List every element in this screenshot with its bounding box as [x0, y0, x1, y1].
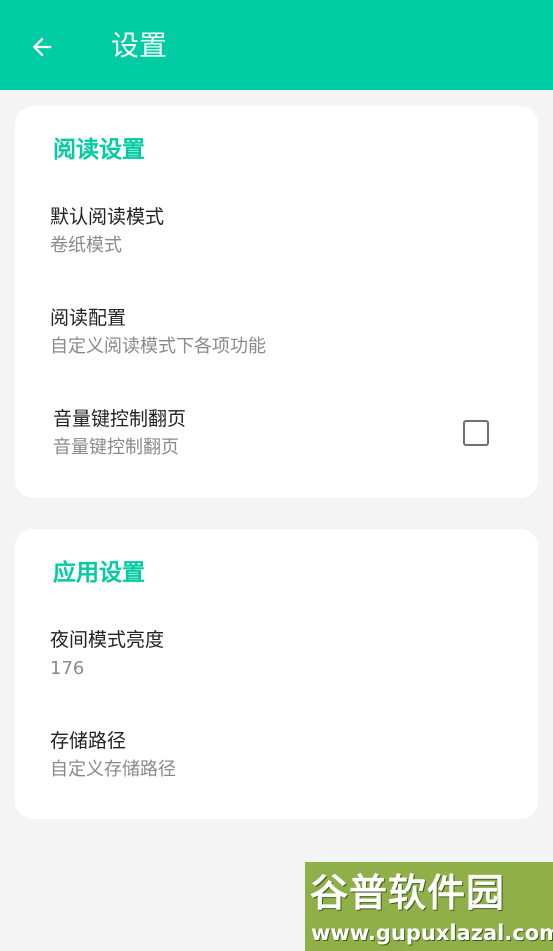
watermark-url: www.gupuxlazal.com	[311, 921, 553, 945]
watermark-title: 谷普软件园	[310, 871, 506, 915]
reading-config-item[interactable]: 阅读配置 自定义阅读模式下各项功能	[15, 305, 538, 367]
arrow-left-icon	[32, 37, 52, 57]
reading-settings-header: 阅读设置	[53, 137, 145, 163]
pref-title: 阅读配置	[50, 307, 127, 329]
volume-key-page-turn-item[interactable]: 音量键控制翻页 音量键控制翻页	[15, 406, 538, 468]
app-settings-header: 应用设置	[53, 560, 145, 586]
night-mode-brightness-item[interactable]: 夜间模式亮度 176	[15, 627, 538, 689]
default-reading-mode-item[interactable]: 默认阅读模式 卷纸模式	[15, 204, 538, 266]
volume-key-checkbox[interactable]	[463, 420, 489, 446]
page-title: 设置	[111, 29, 168, 62]
pref-title: 存储路径	[50, 730, 127, 752]
watermark-logo: 谷普软件园 www.gupuxlazal.com	[305, 862, 553, 951]
pref-summary: 音量键控制翻页	[53, 437, 179, 458]
pref-title: 默认阅读模式	[50, 206, 165, 228]
back-button[interactable]	[20, 25, 64, 69]
storage-path-item[interactable]: 存储路径 自定义存储路径	[15, 728, 538, 790]
pref-title: 夜间模式亮度	[50, 629, 165, 651]
pref-summary: 自定义阅读模式下各项功能	[50, 336, 266, 357]
pref-summary: 自定义存储路径	[50, 759, 176, 780]
pref-summary: 卷纸模式	[50, 235, 122, 256]
pref-summary: 176	[50, 658, 85, 679]
app-bar: 设置	[0, 0, 553, 90]
app-settings-card: 应用设置 夜间模式亮度 176 存储路径 自定义存储路径	[15, 529, 538, 819]
pref-title: 音量键控制翻页	[53, 408, 187, 430]
reading-settings-card: 阅读设置 默认阅读模式 卷纸模式 阅读配置 自定义阅读模式下各项功能 音量键控制…	[15, 106, 538, 498]
